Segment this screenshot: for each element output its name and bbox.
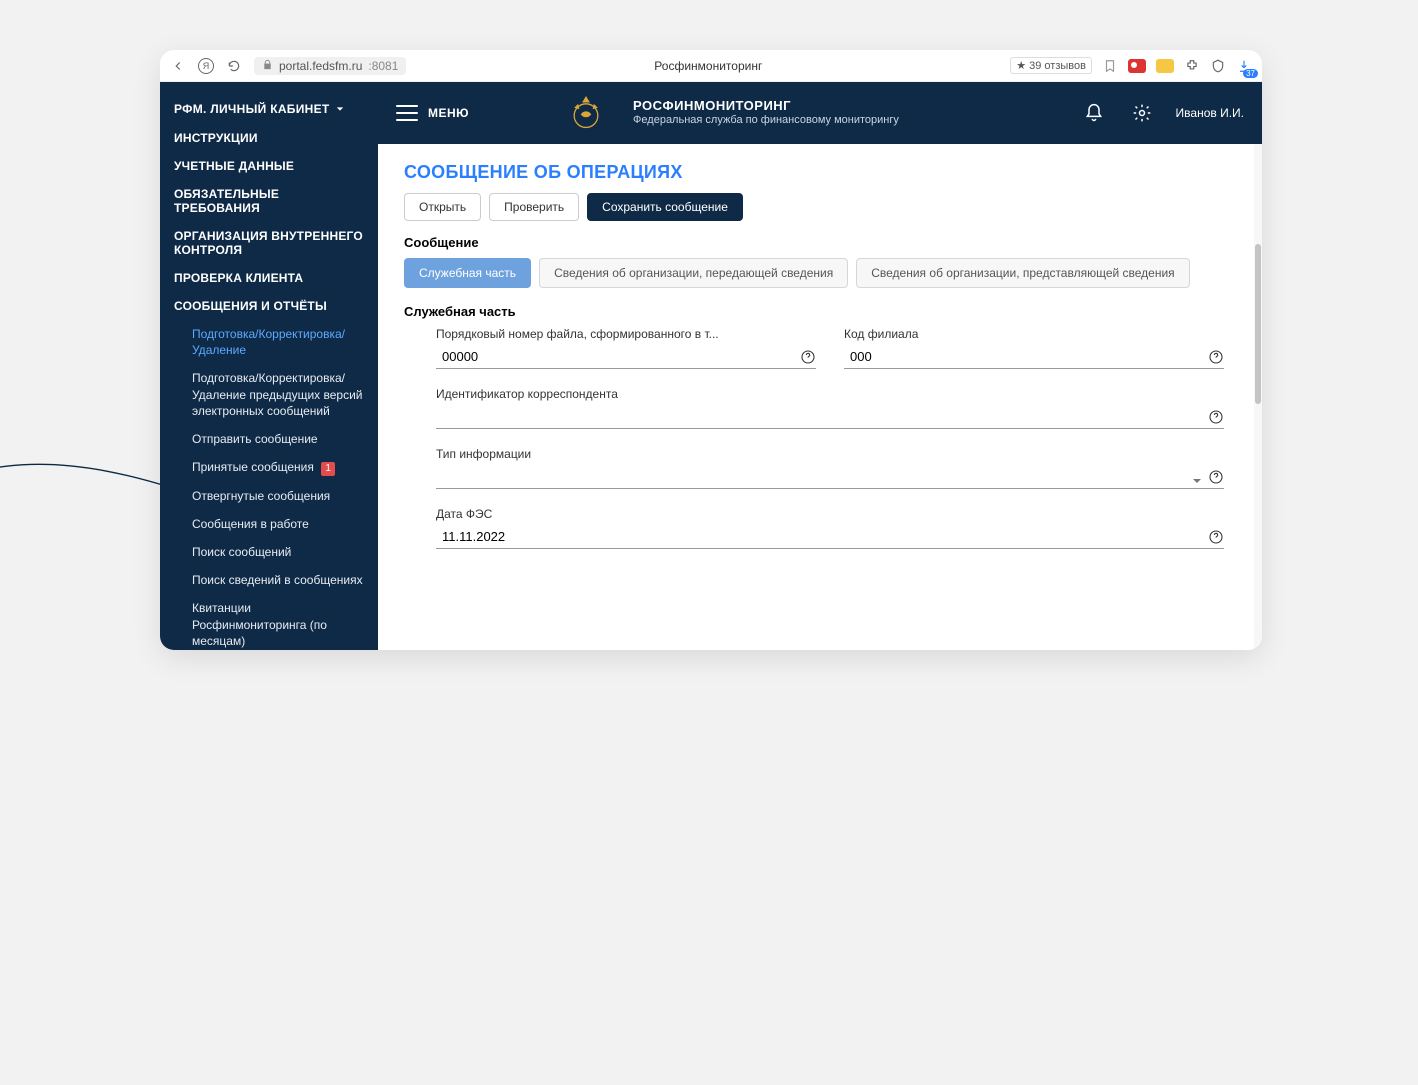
lock-icon: [262, 59, 273, 73]
yandex-icon[interactable]: Я: [198, 58, 214, 74]
extension-icon-yellow[interactable]: [1156, 59, 1174, 73]
nav-item-instructions[interactable]: ИНСТРУКЦИИ: [160, 124, 378, 152]
bookmark-icon[interactable]: [1102, 58, 1118, 74]
emblem-icon: [565, 92, 607, 134]
subnav-accepted-badge: 1: [321, 462, 335, 476]
menu-label: МЕНЮ: [428, 106, 469, 120]
label-corr-id: Идентификатор корреспондента: [436, 387, 1224, 401]
subnav-accepted-label: Принятые сообщения: [192, 460, 314, 474]
label-branch: Код филиала: [844, 327, 1224, 341]
tab-org-presenting[interactable]: Сведения об организации, представляющей …: [856, 258, 1189, 288]
caret-down-icon: [336, 102, 344, 116]
cabinet-label: РФМ. ЛИЧНЫЙ КАБИНЕТ: [174, 102, 330, 116]
action-buttons: Открыть Проверить Сохранить сообщение: [404, 193, 1236, 221]
service-form: Порядковый номер файла, сформированного …: [404, 327, 1236, 549]
shield-icon[interactable]: [1210, 58, 1226, 74]
scrollbar-thumb[interactable]: [1255, 244, 1261, 404]
subnav-prepare-edit-prev[interactable]: Подготовка/Корректировка/ Удаление преды…: [178, 364, 378, 425]
browser-toolbar: Я portal.fedsfm.ru :8081 Росфинмониторинг…: [160, 50, 1262, 82]
tab-service-part[interactable]: Служебная часть: [404, 258, 531, 288]
subnav-accepted[interactable]: Принятые сообщения 1: [178, 453, 378, 482]
input-branch[interactable]: [844, 345, 1224, 369]
label-file-no: Порядковый номер файла, сформированного …: [436, 327, 816, 341]
org-sub: Федеральная служба по финансовому монито…: [633, 113, 899, 127]
reload-icon[interactable]: [226, 58, 242, 74]
address-host: portal.fedsfm.ru: [279, 59, 362, 73]
message-tabs: Служебная часть Сведения об организации,…: [404, 258, 1236, 288]
field-fes-date: Дата ФЭС: [436, 507, 1224, 549]
cabinet-dropdown[interactable]: РФМ. ЛИЧНЫЙ КАБИНЕТ: [160, 88, 378, 124]
open-button[interactable]: Открыть: [404, 193, 481, 221]
field-corr-id: Идентификатор корреспондента: [436, 387, 1224, 429]
nav-item-messages[interactable]: СООБЩЕНИЯ И ОТЧЁТЫ: [160, 292, 378, 320]
nav-item-account-data[interactable]: УЧЕТНЫЕ ДАННЫЕ: [160, 152, 378, 180]
chevron-down-icon[interactable]: [1192, 473, 1202, 483]
notifications-button[interactable]: [1084, 103, 1104, 123]
hamburger-icon: [396, 105, 418, 121]
section-service-label: Служебная часть: [404, 304, 1236, 319]
input-fes-date[interactable]: [436, 525, 1224, 549]
field-file-no: Порядковый номер файла, сформированного …: [436, 327, 816, 369]
label-info-type: Тип информации: [436, 447, 1224, 461]
subnav-in-progress[interactable]: Сообщения в работе: [178, 510, 378, 538]
content: СООБЩЕНИЕ ОБ ОПЕРАЦИЯХ Открыть Проверить…: [378, 144, 1262, 591]
tab-title: Росфинмониторинг: [654, 59, 762, 73]
subnav-search-msgs[interactable]: Поиск сообщений: [178, 538, 378, 566]
check-button[interactable]: Проверить: [489, 193, 579, 221]
field-info-type: Тип информации: [436, 447, 1224, 489]
downloads-icon[interactable]: 37: [1236, 58, 1252, 74]
address-port: :8081: [368, 59, 398, 73]
settings-button[interactable]: [1132, 103, 1152, 123]
nav-item-internal-ctrl[interactable]: ОРГАНИЗАЦИЯ ВНУТРЕННЕГО КОНТРОЛЯ: [160, 222, 378, 264]
browser-window: Я portal.fedsfm.ru :8081 Росфинмониторинг…: [160, 50, 1262, 650]
save-button[interactable]: Сохранить сообщение: [587, 193, 743, 221]
field-branch: Код филиала: [844, 327, 1224, 369]
reviews-badge[interactable]: ★ 39 отзывов: [1010, 57, 1092, 74]
topbar: МЕНЮ РОСФИНМОНИТОРИНГ Федеральная служба…: [378, 82, 1262, 144]
org-title: РОСФИНМОНИТОРИНГ: [633, 98, 899, 113]
nav-item-client-check[interactable]: ПРОВЕРКА КЛИЕНТА: [160, 264, 378, 292]
downloads-count: 37: [1243, 69, 1258, 78]
select-info-type[interactable]: [436, 465, 1224, 489]
menu-button[interactable]: МЕНЮ: [396, 105, 469, 121]
app: РФМ. ЛИЧНЫЙ КАБИНЕТ ИНСТРУКЦИИ УЧЕТНЫЕ Д…: [160, 82, 1262, 650]
main: МЕНЮ РОСФИНМОНИТОРИНГ Федеральная служба…: [378, 82, 1262, 650]
org-block: РОСФИНМОНИТОРИНГ Федеральная служба по ф…: [633, 98, 899, 127]
input-corr-id[interactable]: [436, 405, 1224, 429]
label-fes-date: Дата ФЭС: [436, 507, 1224, 521]
help-icon[interactable]: [1208, 349, 1224, 365]
help-icon[interactable]: [1208, 529, 1224, 545]
subnav-receipts[interactable]: Квитанции Росфинмониторинга (по месяцам): [178, 594, 378, 650]
subnav-search-info[interactable]: Поиск сведений в сообщениях: [178, 566, 378, 594]
nav-item-requirements[interactable]: ОБЯЗАТЕЛЬНЫЕ ТРЕБОВАНИЯ: [160, 180, 378, 222]
sidebar: РФМ. ЛИЧНЫЙ КАБИНЕТ ИНСТРУКЦИИ УЧЕТНЫЕ Д…: [160, 82, 378, 650]
help-icon[interactable]: [1208, 469, 1224, 485]
help-icon[interactable]: [800, 349, 816, 365]
extensions-icon[interactable]: [1184, 58, 1200, 74]
tab-org-sending[interactable]: Сведения об организации, передающей свед…: [539, 258, 848, 288]
user-name[interactable]: Иванов И.И.: [1176, 106, 1244, 120]
subnav-rejected[interactable]: Отвергнутые сообщения: [178, 482, 378, 510]
input-file-no[interactable]: [436, 345, 816, 369]
back-icon[interactable]: [170, 58, 186, 74]
subnav-prepare-edit[interactable]: Подготовка/Корректировка/ Удаление: [178, 320, 378, 364]
extension-icon-red[interactable]: [1128, 59, 1146, 73]
address-bar[interactable]: portal.fedsfm.ru :8081: [254, 57, 406, 75]
subnav-send[interactable]: Отправить сообщение: [178, 425, 378, 453]
help-icon[interactable]: [1208, 409, 1224, 425]
subnav-messages: Подготовка/Корректировка/ Удаление Подго…: [160, 320, 378, 650]
page-title: СООБЩЕНИЕ ОБ ОПЕРАЦИЯХ: [404, 162, 1236, 183]
scrollbar-track[interactable]: [1254, 144, 1262, 650]
section-message-label: Сообщение: [404, 235, 1236, 250]
